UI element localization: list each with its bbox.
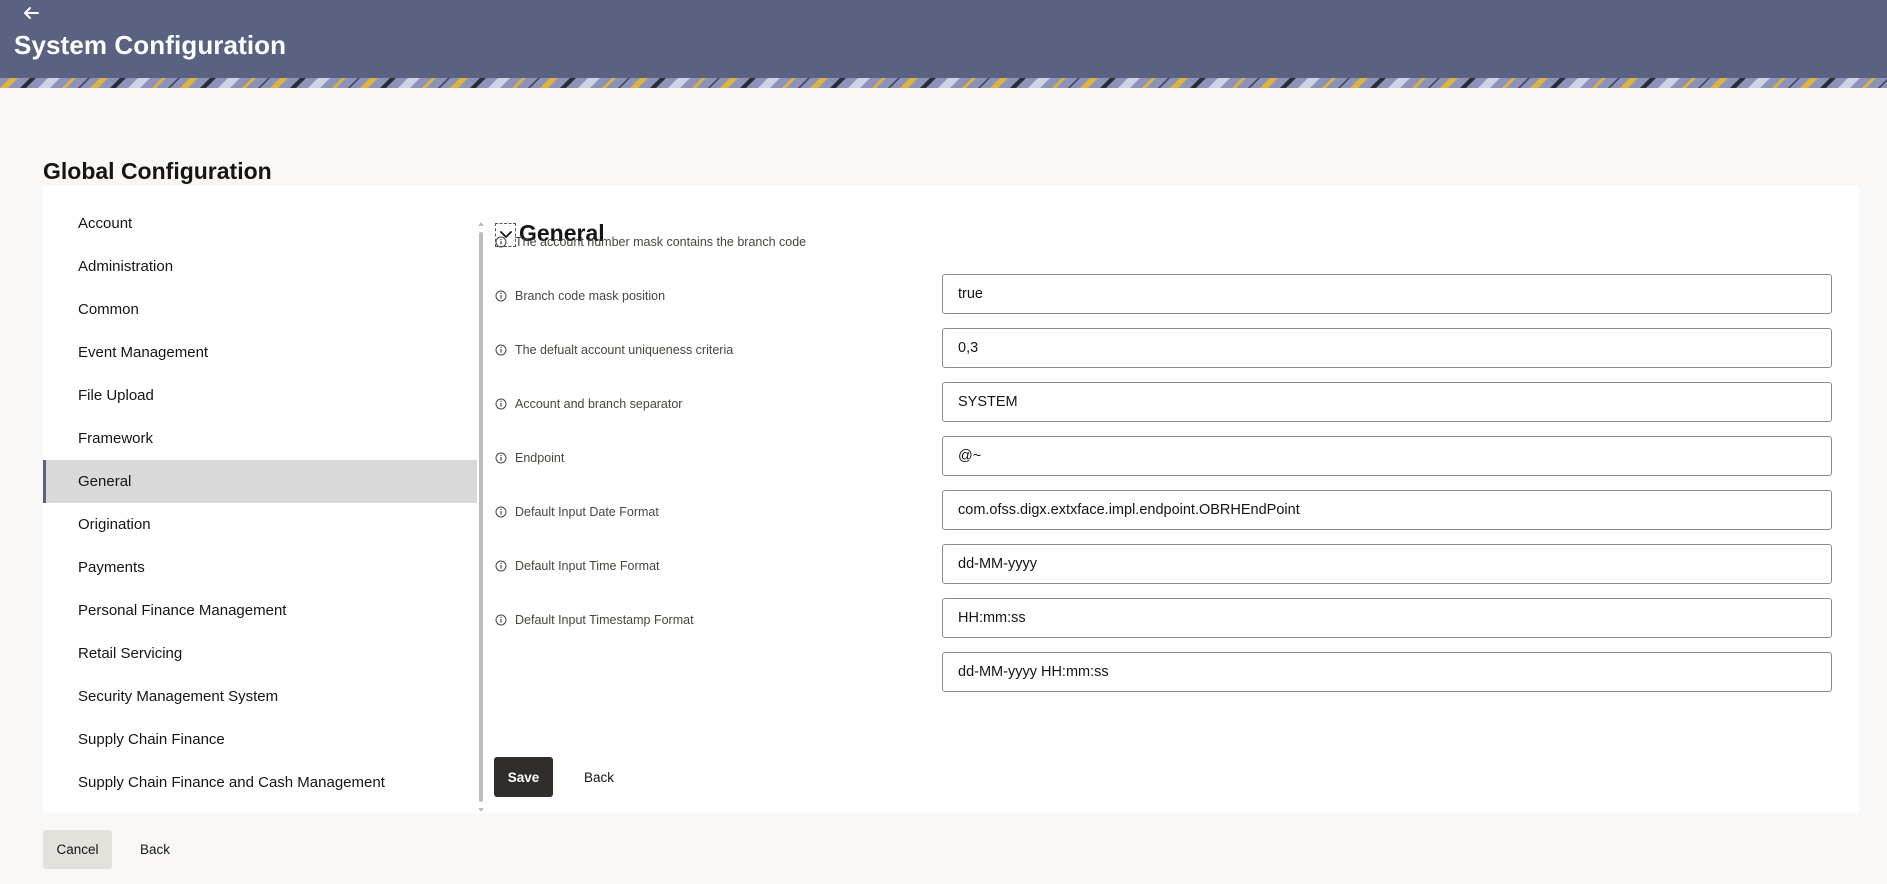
sidebar-item-account[interactable]: Account: [43, 202, 477, 245]
field-label: Account and branch separator: [495, 394, 682, 414]
sidebar-item-label: Account: [78, 215, 133, 232]
sidebar-item-file-upload[interactable]: File Upload: [43, 374, 477, 417]
sidebar-item-label: Framework: [78, 430, 154, 447]
sidebar-item-event-management[interactable]: Event Management: [43, 331, 477, 374]
field-label: Branch code mask position: [495, 286, 665, 306]
sidebar-item-label: Retail Servicing: [78, 645, 183, 662]
sidebar-item-label: Security Management System: [78, 688, 279, 705]
field-label-text: Default Input Timestamp Format: [515, 613, 694, 627]
field-label: Default Input Date Format: [495, 502, 659, 522]
save-button[interactable]: Save: [494, 757, 553, 797]
sidebar-item-personal-finance-management[interactable]: Personal Finance Management: [43, 589, 477, 632]
sidebar-item-label: Administration: [78, 258, 174, 275]
info-icon[interactable]: [495, 398, 507, 410]
sidebar-item-payments[interactable]: Payments: [43, 546, 477, 589]
cancel-button[interactable]: Cancel: [43, 830, 112, 869]
section-title: Global Configuration: [43, 158, 272, 184]
field-label-text: Branch code mask position: [515, 289, 666, 303]
scrollbar-thumb[interactable]: [479, 232, 483, 802]
field-input-timestamp-format[interactable]: [942, 652, 1832, 692]
sidebar-item-common[interactable]: Common: [43, 288, 477, 331]
field-input-branch-code-mask-position[interactable]: [942, 328, 1832, 368]
field-label: Default Input Time Format: [495, 556, 660, 576]
sidebar-item-label: Origination: [78, 516, 151, 533]
info-icon[interactable]: [495, 560, 507, 572]
field-label-text: Endpoint: [515, 451, 565, 465]
info-icon[interactable]: [495, 236, 507, 248]
sidebar-item-supply-chain-finance-cash-management[interactable]: Supply Chain Finance and Cash Management: [43, 761, 477, 804]
field-input-account-mask-branch[interactable]: [942, 274, 1832, 314]
field-input-endpoint[interactable]: [942, 490, 1832, 530]
sidebar-item-label: Personal Finance Management: [78, 602, 287, 619]
sidebar-item-retail-servicing[interactable]: Retail Servicing: [43, 632, 477, 675]
info-icon[interactable]: [495, 344, 507, 356]
scroll-down-arrow-icon[interactable]: [478, 808, 484, 812]
info-icon[interactable]: [495, 614, 507, 626]
sidebar-item-administration[interactable]: Administration: [43, 245, 477, 288]
scroll-up-arrow-icon[interactable]: [478, 222, 484, 226]
sidebar-item-label: General: [78, 473, 132, 490]
field-label: The defualt account uniqueness criteria: [495, 340, 733, 360]
sidebar-item-supply-chain-finance[interactable]: Supply Chain Finance: [43, 718, 477, 761]
field-input-time-format[interactable]: [942, 598, 1832, 638]
header-decorative-banner: [0, 78, 1887, 88]
configuration-panel: Account Administration Common Event Mana…: [43, 186, 1859, 813]
info-icon[interactable]: [495, 506, 507, 518]
footer-back-button[interactable]: Back: [125, 830, 185, 869]
field-label-text: The account number mask contains the bra…: [515, 235, 807, 249]
sidebar-item-label: Common: [78, 301, 139, 318]
sidebar-item-label: Supply Chain Finance and Cash Management: [78, 774, 385, 791]
sidebar: Account Administration Common Event Mana…: [43, 186, 477, 813]
field-input-date-format[interactable]: [942, 544, 1832, 584]
field-label: Default Input Timestamp Format: [495, 610, 694, 630]
field-input-account-branch-separator[interactable]: [942, 436, 1832, 476]
sidebar-item-label: Supply Chain Finance: [78, 731, 225, 748]
sidebar-scrollbar[interactable]: [477, 222, 485, 812]
sidebar-item-label: File Upload: [78, 387, 154, 404]
field-input-account-uniqueness-criteria[interactable]: [942, 382, 1832, 422]
info-icon[interactable]: [495, 452, 507, 464]
sidebar-item-security-management-system[interactable]: Security Management System: [43, 675, 477, 718]
field-label-text: Default Input Time Format: [515, 559, 660, 573]
sidebar-item-general[interactable]: General: [43, 460, 477, 503]
back-button[interactable]: Back: [566, 757, 632, 797]
app-header: System Configuration: [0, 0, 1887, 78]
field-label: The account number mask contains the bra…: [495, 232, 806, 252]
sidebar-item-label: Payments: [78, 559, 145, 576]
field-label-text: Account and branch separator: [515, 397, 683, 411]
info-icon[interactable]: [495, 290, 507, 302]
field-label: Endpoint: [495, 448, 564, 468]
arrow-left-icon[interactable]: [20, 2, 42, 24]
sidebar-item-origination[interactable]: Origination: [43, 503, 477, 546]
page-title: System Configuration: [14, 30, 287, 60]
field-label-text: Default Input Date Format: [515, 505, 659, 519]
sidebar-item-framework[interactable]: Framework: [43, 417, 477, 460]
sidebar-item-label: Event Management: [78, 344, 209, 361]
field-label-text: The defualt account uniqueness criteria: [515, 343, 734, 357]
